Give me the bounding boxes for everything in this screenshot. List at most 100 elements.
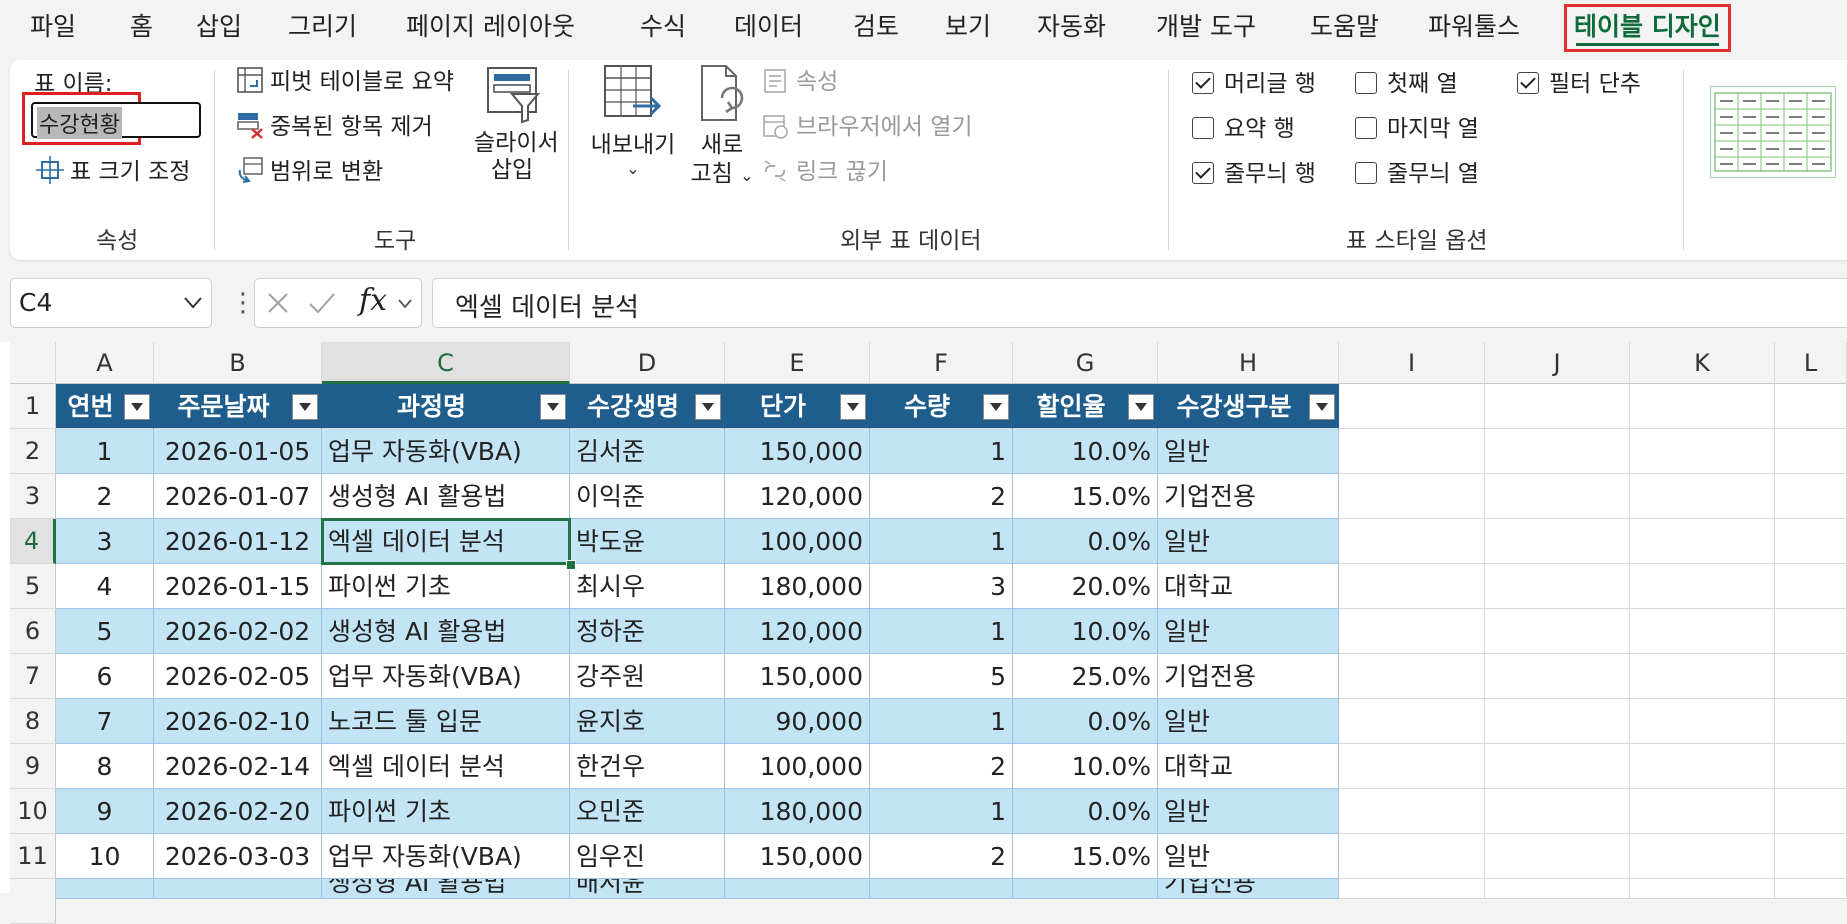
column-header-i[interactable]: I <box>1339 342 1485 384</box>
table-cell[interactable] <box>870 879 1013 899</box>
menu-tab-4[interactable]: 그리기 <box>288 9 357 45</box>
empty-cell[interactable] <box>1630 474 1775 519</box>
table-cell[interactable]: 2026-02-20 <box>154 789 322 834</box>
name-box[interactable]: C4 <box>10 278 212 328</box>
empty-cell[interactable] <box>1630 834 1775 879</box>
table-cell[interactable]: 100,000 <box>725 744 870 789</box>
column-header-d[interactable]: D <box>570 342 725 384</box>
empty-cell[interactable] <box>1630 564 1775 609</box>
checkbox-total-row[interactable] <box>1192 117 1214 139</box>
empty-cell[interactable] <box>1339 879 1485 899</box>
menu-tab-6[interactable]: 수식 <box>640 9 686 45</box>
table-cell[interactable]: 100,000 <box>725 519 870 564</box>
table-cell[interactable]: 1 <box>870 519 1013 564</box>
properties-button[interactable]: 속성 <box>762 62 838 96</box>
empty-cell[interactable] <box>1485 519 1630 564</box>
empty-cell[interactable] <box>1775 654 1847 699</box>
table-cell[interactable]: 2026-02-14 <box>154 744 322 789</box>
row-header[interactable]: 4 <box>10 519 56 564</box>
column-header-b[interactable]: B <box>154 342 322 384</box>
table-cell[interactable]: 10.0% <box>1013 609 1158 654</box>
empty-cell[interactable] <box>1339 789 1485 834</box>
filter-button-checkbox[interactable]: 필터 단추 <box>1517 64 1641 98</box>
banded-columns-checkbox[interactable]: 줄무늬 열 <box>1355 154 1479 188</box>
cancel-icon[interactable] <box>265 290 291 316</box>
empty-cell[interactable] <box>1775 384 1847 429</box>
menu-tab-7[interactable]: 데이터 <box>734 9 803 45</box>
table-header-cell[interactable]: 과정명 <box>322 384 570 429</box>
table-cell[interactable]: 업무 자동화(VBA) <box>322 654 570 699</box>
table-cell[interactable] <box>154 879 322 899</box>
table-cell[interactable]: 오민준 <box>570 789 725 834</box>
menu-tab-10[interactable]: 자동화 <box>1037 9 1106 45</box>
table-cell[interactable]: 2 <box>870 834 1013 879</box>
table-style-gallery[interactable] <box>1710 86 1836 178</box>
empty-cell[interactable] <box>1630 609 1775 654</box>
table-cell[interactable]: 일반 <box>1158 834 1339 879</box>
table-cell[interactable]: 150,000 <box>725 834 870 879</box>
export-button[interactable]: 내보내기 ⌄ <box>588 62 678 212</box>
column-header-h[interactable]: H <box>1158 342 1339 384</box>
table-cell[interactable]: 4 <box>56 564 154 609</box>
row-header[interactable]: 5 <box>10 564 56 609</box>
menu-tab-9[interactable]: 보기 <box>945 9 991 45</box>
empty-cell[interactable] <box>1630 789 1775 834</box>
menu-tab-11[interactable]: 개발 도구 <box>1156 9 1256 45</box>
filter-dropdown-icon[interactable] <box>292 394 318 420</box>
banded-rows-checkbox[interactable]: 줄무늬 행 <box>1192 154 1316 188</box>
row-header[interactable]: 6 <box>10 609 56 654</box>
table-cell[interactable]: 3 <box>870 564 1013 609</box>
empty-cell[interactable] <box>1339 429 1485 474</box>
empty-cell[interactable] <box>1339 564 1485 609</box>
row-header[interactable]: 2 <box>10 429 56 474</box>
table-cell[interactable]: 2026-01-07 <box>154 474 322 519</box>
table-cell[interactable]: 생성형 AI 활용법 <box>322 474 570 519</box>
table-cell[interactable]: 2026-01-12 <box>154 519 322 564</box>
chevron-down-icon[interactable] <box>183 296 203 310</box>
column-header-e[interactable]: E <box>725 342 870 384</box>
resize-table-button[interactable]: 표 크기 조정 <box>36 152 190 186</box>
table-cell[interactable]: 대학교 <box>1158 564 1339 609</box>
table-cell[interactable]: 1 <box>870 429 1013 474</box>
row-header[interactable]: 3 <box>10 474 56 519</box>
empty-cell[interactable] <box>1339 384 1485 429</box>
empty-cell[interactable] <box>1630 879 1775 899</box>
table-cell[interactable]: 150,000 <box>725 654 870 699</box>
table-cell[interactable]: 2026-03-03 <box>154 834 322 879</box>
empty-cell[interactable] <box>1485 879 1630 899</box>
checkbox-banded-columns[interactable] <box>1355 162 1377 184</box>
menu-tab-8[interactable]: 검토 <box>853 9 899 45</box>
filter-dropdown-icon[interactable] <box>124 394 150 420</box>
table-cell[interactable]: 일반 <box>1158 609 1339 654</box>
checkbox-last-column[interactable] <box>1355 117 1377 139</box>
table-cell[interactable]: 25.0% <box>1013 654 1158 699</box>
more-options-icon[interactable]: ⋮ <box>230 288 256 318</box>
empty-cell[interactable] <box>1775 834 1847 879</box>
empty-cell[interactable] <box>1485 834 1630 879</box>
table-cell[interactable]: 180,000 <box>725 789 870 834</box>
filter-dropdown-icon[interactable] <box>695 394 721 420</box>
table-cell[interactable]: 2026-01-05 <box>154 429 322 474</box>
formula-input[interactable]: 엑셀 데이터 분석 <box>432 278 1847 328</box>
table-cell[interactable]: 1 <box>870 699 1013 744</box>
convert-to-range-button[interactable]: 범위로 변환 <box>236 152 383 186</box>
empty-cell[interactable] <box>1485 564 1630 609</box>
column-header-l[interactable]: L <box>1775 342 1847 384</box>
empty-cell[interactable] <box>1339 744 1485 789</box>
table-cell[interactable]: 2026-02-10 <box>154 699 322 744</box>
header-row-checkbox[interactable]: 머리글 행 <box>1192 64 1316 98</box>
table-cell[interactable]: 0.0% <box>1013 519 1158 564</box>
empty-cell[interactable] <box>1485 654 1630 699</box>
table-name-input[interactable]: 수강현황 <box>31 102 201 139</box>
table-cell[interactable]: 9 <box>56 789 154 834</box>
checkbox-filter-button[interactable] <box>1517 72 1539 94</box>
empty-cell[interactable] <box>1775 699 1847 744</box>
table-cell[interactable]: 업무 자동화(VBA) <box>322 429 570 474</box>
table-cell[interactable]: 파이썬 기초 <box>322 564 570 609</box>
table-cell[interactable]: 6 <box>56 654 154 699</box>
row-header[interactable]: 7 <box>10 654 56 699</box>
empty-cell[interactable] <box>1485 744 1630 789</box>
filter-dropdown-icon[interactable] <box>840 394 866 420</box>
table-cell[interactable]: 2026-01-15 <box>154 564 322 609</box>
table-cell[interactable]: 5 <box>870 654 1013 699</box>
